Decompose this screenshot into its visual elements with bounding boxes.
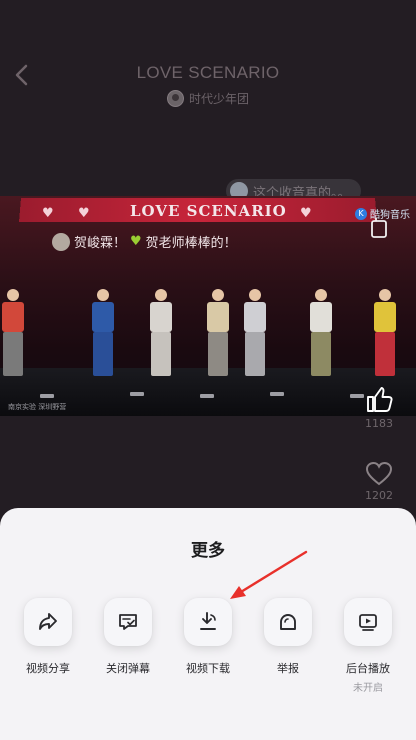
option-label: 后台播放 [346, 662, 390, 675]
stage-light [270, 392, 284, 396]
banner-text: LOVE SCENARIO [130, 202, 287, 220]
video-comment: 贺峻霖！ ♥ 贺老师棒棒的！ [52, 232, 237, 251]
stage-light [350, 394, 364, 398]
heart-outline-icon[interactable] [365, 461, 393, 487]
report-icon[interactable] [264, 598, 312, 646]
background-play-icon[interactable] [344, 598, 392, 646]
share-screen-icon[interactable] [366, 218, 392, 240]
heart-icon: ♥ [300, 206, 312, 221]
option-background-play[interactable]: 后台播放 未开启 [330, 598, 406, 694]
favorite-count: 1202 [365, 489, 393, 502]
option-label: 视频下载 [186, 662, 230, 675]
comment-avatar [52, 232, 70, 251]
option-label: 关闭弹幕 [106, 662, 150, 675]
stage-light [200, 394, 214, 398]
heart-icon: ♥ [78, 206, 90, 221]
comment-prefix: 贺峻霖！ [74, 236, 127, 251]
dancer [150, 289, 172, 376]
dancer [2, 289, 24, 376]
option-status: 未开启 [353, 683, 383, 694]
dancer [244, 289, 266, 376]
option-video-download[interactable]: 视频下载 [170, 598, 246, 676]
stage-light [130, 392, 144, 396]
option-video-share[interactable]: 视频分享 [10, 598, 86, 676]
thumbs-up-icon[interactable] [364, 384, 394, 414]
green-heart-icon: ♥ [130, 234, 142, 249]
like-count: 1183 [365, 417, 393, 430]
download-icon[interactable] [184, 598, 232, 646]
comment-suffix: 贺老师棒棒的！ [145, 236, 237, 251]
artist-avatar [166, 90, 184, 107]
sheet-title: 更多 [191, 541, 225, 561]
video-player[interactable]: ♥ ♥ LOVE SCENARIO ♥ K 酷狗音乐 贺峻霖！ ♥ 贺老师棒棒的… [0, 196, 416, 416]
option-close-danmaku[interactable]: 关闭弹幕 [90, 598, 166, 676]
artist-name: 时代少年团 [188, 92, 249, 106]
dancer [374, 289, 396, 376]
share-icon[interactable] [24, 598, 72, 646]
dancer [310, 289, 332, 376]
more-options-sheet: 更多 视频分享 关闭弹幕 视频下载 举报 后台播放 未开启 [0, 508, 416, 740]
artist-row[interactable]: 时代少年团 [0, 90, 416, 107]
option-report[interactable]: 举报 [250, 598, 326, 676]
dancer [207, 289, 229, 376]
heart-icon: ♥ [42, 206, 54, 221]
option-label: 视频分享 [26, 662, 70, 675]
video-caption: 南京实验 深圳野营 [8, 403, 67, 411]
dancer [92, 289, 114, 376]
danmaku-off-icon[interactable] [104, 598, 152, 646]
stage-light [40, 394, 54, 398]
song-title: LOVE SCENARIO [136, 63, 280, 82]
option-label: 举报 [277, 662, 299, 675]
